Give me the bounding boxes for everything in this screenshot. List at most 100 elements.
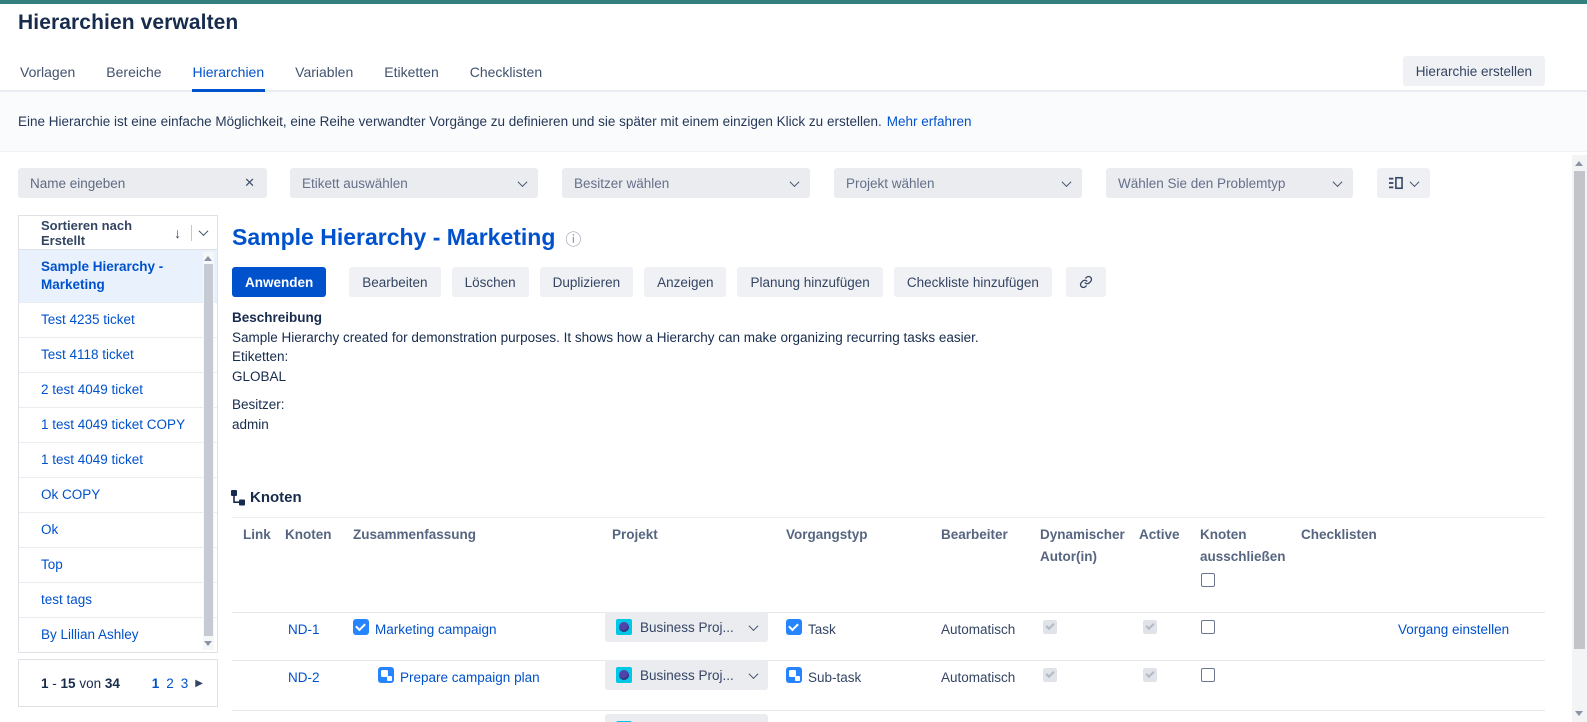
tab-etiketten[interactable]: Etiketten xyxy=(383,61,439,92)
task-icon xyxy=(786,619,802,635)
assignee-value: Automatisch xyxy=(941,670,1015,685)
scrollbar-thumb[interactable] xyxy=(1574,171,1585,649)
tab-bereiche[interactable]: Bereiche xyxy=(105,61,162,92)
exclude-node-checkbox[interactable] xyxy=(1201,620,1215,634)
action-bar: Anwenden Bearbeiten Löschen Duplizieren … xyxy=(232,267,1106,297)
project-select[interactable] xyxy=(605,714,768,722)
node-id-link[interactable]: ND-2 xyxy=(288,670,320,685)
chevron-down-icon xyxy=(1062,177,1072,187)
project-select[interactable]: Business Proj... xyxy=(605,612,768,642)
row-divider xyxy=(232,612,1545,613)
top-accent-bar xyxy=(0,0,1587,4)
nodes-heading: Knoten xyxy=(250,489,302,506)
exclude-node-checkbox[interactable] xyxy=(1201,668,1215,682)
project-avatar xyxy=(616,667,632,683)
list-item[interactable]: 2 test 4049 ticket xyxy=(19,373,217,408)
label-filter-placeholder: Etikett auswählen xyxy=(302,176,519,191)
chevron-down-icon xyxy=(1410,177,1420,187)
list-item[interactable]: Ok COPY xyxy=(19,478,217,513)
layout-icon xyxy=(1389,176,1403,190)
page: Hierarchien verwalten Hierarchie erstell… xyxy=(0,0,1587,722)
scroll-down-icon[interactable] xyxy=(1575,711,1583,716)
list-item[interactable]: 1 test 4049 ticket COPY xyxy=(19,408,217,443)
assignee-value: Automatisch xyxy=(941,622,1015,637)
tab-variablen[interactable]: Variablen xyxy=(294,61,354,92)
row-divider xyxy=(232,660,1545,661)
col-bearbeiter: Bearbeiter xyxy=(941,524,1008,546)
tab-vorlagen[interactable]: Vorlagen xyxy=(19,61,76,92)
divider xyxy=(232,517,1545,518)
summary-link[interactable]: Prepare campaign plan xyxy=(400,670,540,685)
next-page-icon[interactable]: ▶ xyxy=(195,678,203,689)
col-checklisten: Checklisten xyxy=(1301,524,1377,546)
project-filter-select[interactable]: Projekt wählen xyxy=(834,168,1082,198)
list-item[interactable]: Test 4118 ticket xyxy=(19,338,217,373)
list-item-selected[interactable]: Sample Hierarchy - Marketing xyxy=(19,250,217,303)
view-layout-button[interactable] xyxy=(1377,168,1430,198)
name-filter-input[interactable] xyxy=(30,176,236,191)
learn-more-link[interactable]: Mehr erfahren xyxy=(887,114,972,129)
duplicate-button[interactable]: Duplizieren xyxy=(540,267,634,297)
chevron-down-icon[interactable] xyxy=(199,226,209,236)
page-2[interactable]: 2 xyxy=(166,676,174,691)
list-item[interactable]: 1 test 4049 ticket xyxy=(19,443,217,478)
info-icon[interactable]: ⓘ xyxy=(565,226,581,250)
pagination-pages: 1 2 3 ▶ xyxy=(152,676,203,691)
page-title: Hierarchien verwalten xyxy=(18,11,238,35)
pagination-range: 1 - 15 von 34 xyxy=(41,676,120,691)
project-name: Business Proj... xyxy=(640,668,742,683)
tab-hierarchien[interactable]: Hierarchien xyxy=(192,61,266,92)
set-issue-link[interactable]: Vorgang einstellen xyxy=(1398,622,1509,637)
tab-bar: Vorlagen Bereiche Hierarchien Variablen … xyxy=(0,61,1587,92)
tab-checklisten[interactable]: Checklisten xyxy=(469,61,543,92)
show-button[interactable]: Anzeigen xyxy=(644,267,726,297)
issuetype-filter-placeholder: Wählen Sie den Problemtyp xyxy=(1118,176,1334,191)
add-checklist-button[interactable]: Checkliste hinzufügen xyxy=(894,267,1052,297)
description-text: Sample Hierarchy created for demonstrati… xyxy=(232,328,1212,348)
edit-button[interactable]: Bearbeiten xyxy=(349,267,440,297)
page-scrollbar[interactable] xyxy=(1572,155,1587,722)
col-zusammenfassung: Zusammenfassung xyxy=(353,524,476,546)
owner-filter-placeholder: Besitzer wählen xyxy=(574,176,791,191)
summary-link[interactable]: Marketing campaign xyxy=(375,622,497,637)
delete-button[interactable]: Löschen xyxy=(452,267,529,297)
col-dynamischer-autor: Dynamischer Autor(in) xyxy=(1040,524,1132,568)
list-item[interactable]: test tags xyxy=(19,583,217,618)
list-item[interactable]: Test 4235 ticket xyxy=(19,303,217,338)
scroll-down-icon[interactable] xyxy=(204,641,212,646)
chevron-down-icon xyxy=(749,669,759,679)
issuetype-filter-select[interactable]: Wählen Sie den Problemtyp xyxy=(1106,168,1353,198)
owner-filter-select[interactable]: Besitzer wählen xyxy=(562,168,810,198)
page-1[interactable]: 1 xyxy=(152,676,160,691)
owner-label: Besitzer: xyxy=(232,395,1212,415)
list-item[interactable]: By Lillian Ashley xyxy=(19,618,217,652)
node-id-link[interactable]: ND-1 xyxy=(288,622,320,637)
project-filter-placeholder: Projekt wählen xyxy=(846,176,1063,191)
clear-icon[interactable]: ✕ xyxy=(236,175,255,191)
sort-header[interactable]: Sortieren nach Erstellt ↓ xyxy=(19,216,217,250)
chevron-down-icon xyxy=(518,177,528,187)
hierarchy-list: Sample Hierarchy - Marketing Test 4235 t… xyxy=(19,250,217,652)
scrollbar-thumb[interactable] xyxy=(204,264,213,636)
description-label: Beschreibung xyxy=(232,308,1212,328)
copy-link-button[interactable] xyxy=(1066,267,1106,297)
scroll-up-icon[interactable] xyxy=(204,256,212,261)
project-name: Business Proj... xyxy=(640,620,742,635)
page-3[interactable]: 3 xyxy=(181,676,189,691)
project-select[interactable]: Business Proj... xyxy=(605,660,768,690)
exclude-all-checkbox[interactable] xyxy=(1201,573,1215,587)
list-item[interactable]: Top xyxy=(19,548,217,583)
chevron-down-icon xyxy=(790,177,800,187)
hierarchy-title: Sample Hierarchy - Marketing xyxy=(232,224,555,251)
issuetype-label: Task xyxy=(808,622,836,637)
add-planning-button[interactable]: Planung hinzufügen xyxy=(737,267,882,297)
list-item[interactable]: Ok xyxy=(19,513,217,548)
scroll-up-icon[interactable] xyxy=(1575,161,1583,166)
sort-direction-icon[interactable]: ↓ xyxy=(174,225,181,241)
apply-button[interactable]: Anwenden xyxy=(232,267,326,297)
col-knoten: Knoten xyxy=(285,524,332,546)
list-scrollbar[interactable] xyxy=(203,252,214,650)
label-filter-select[interactable]: Etikett auswählen xyxy=(290,168,538,198)
pagination: 1 - 15 von 34 1 2 3 ▶ xyxy=(18,659,218,707)
intro-text: Eine Hierarchie ist eine einfache Möglic… xyxy=(18,114,882,129)
